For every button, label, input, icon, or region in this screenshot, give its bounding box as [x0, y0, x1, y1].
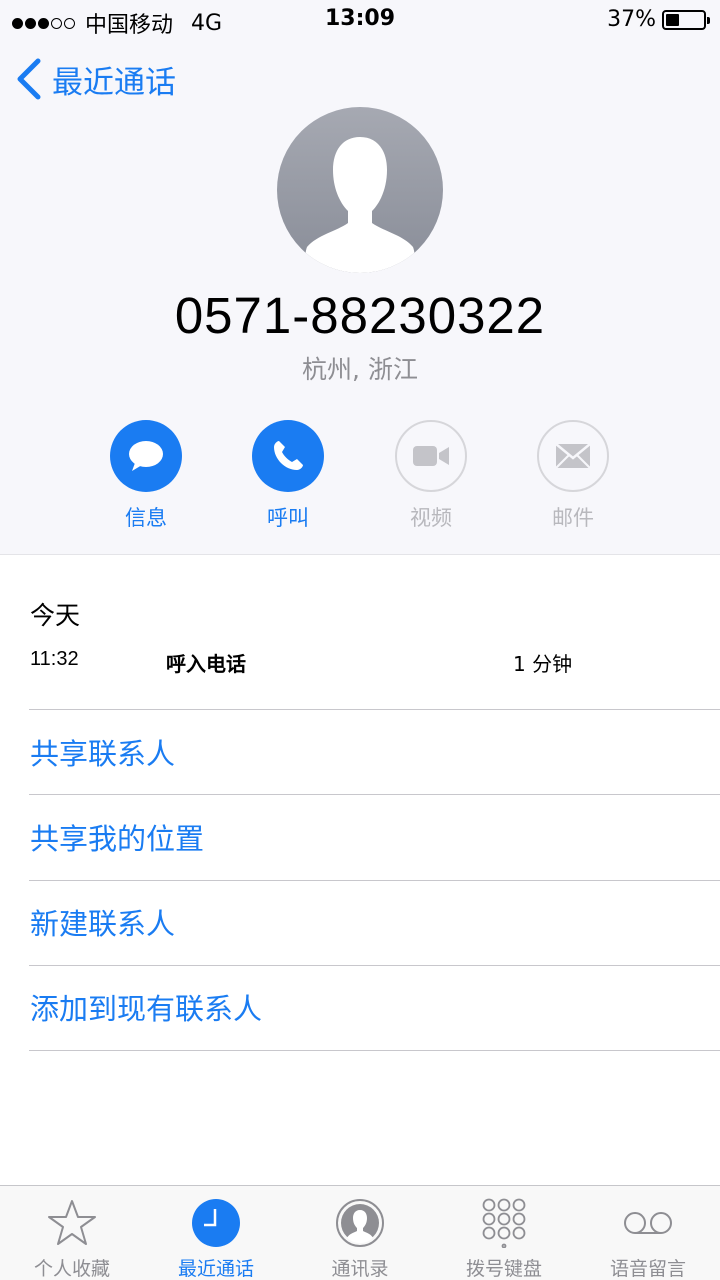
voicemail-icon	[624, 1212, 672, 1234]
phone-icon	[274, 441, 303, 470]
back-label: 最近通话	[52, 64, 176, 101]
keypad-icon	[482, 1198, 526, 1248]
call-time: 11:32	[30, 648, 79, 670]
contact-header: 中国移动 4G 13:09 37% 最近通话 0571-88230322 杭州,…	[0, 0, 720, 555]
mail-label: 邮件	[552, 506, 594, 530]
video-label: 视频	[410, 506, 452, 530]
tab-bar: 个人收藏 最近通话 通讯录 拨号键盘 语音留言	[0, 1185, 720, 1280]
tab-contacts[interactable]: 通讯录	[288, 1186, 432, 1280]
chevron-left-icon	[17, 58, 41, 100]
video-icon	[413, 446, 449, 466]
tab-keypad[interactable]: 拨号键盘	[432, 1186, 576, 1280]
divider	[29, 1050, 720, 1051]
mail-action: 邮件	[518, 420, 628, 532]
tab-label: 拨号键盘	[465, 1258, 542, 1280]
divider	[29, 965, 720, 966]
divider	[29, 709, 720, 710]
call-action[interactable]: 呼叫	[233, 420, 343, 532]
caller-location: 杭州, 浙江	[302, 355, 418, 384]
mail-button	[537, 420, 609, 492]
tab-voicemail[interactable]: 语音留言	[576, 1186, 720, 1280]
tab-recents[interactable]: 最近通话	[144, 1186, 288, 1280]
message-label: 信息	[125, 506, 167, 530]
star-icon	[48, 1200, 96, 1245]
call-type: 呼入电话	[166, 652, 246, 676]
divider	[29, 880, 720, 881]
status-bar: 中国移动 4G 13:09 37%	[0, 0, 720, 40]
message-icon	[129, 441, 163, 471]
message-action[interactable]: 信息	[91, 420, 201, 532]
tab-label: 语音留言	[609, 1258, 686, 1280]
add-to-existing-contact-option[interactable]: 添加到现有联系人	[30, 986, 262, 1028]
tab-label: 通讯录	[331, 1258, 389, 1280]
tab-label: 最近通话	[177, 1258, 254, 1280]
message-button[interactable]	[110, 420, 182, 492]
history-date: 今天	[30, 601, 81, 630]
status-right: 37%	[607, 7, 710, 32]
call-duration: 1 分钟	[513, 652, 573, 676]
call-label: 呼叫	[267, 506, 309, 530]
avatar	[277, 107, 443, 273]
tab-favorites[interactable]: 个人收藏	[0, 1186, 144, 1280]
tab-label: 个人收藏	[33, 1258, 110, 1280]
person-silhouette-icon	[305, 137, 415, 273]
battery-percent: 37%	[607, 7, 656, 32]
battery-icon	[662, 9, 710, 30]
contacts-icon	[336, 1199, 384, 1247]
clock-icon	[192, 1199, 240, 1247]
back-button[interactable]: 最近通话	[12, 56, 176, 102]
call-button[interactable]	[252, 420, 324, 492]
phone-number: 0571-88230322	[174, 287, 546, 344]
share-location-option[interactable]: 共享我的位置	[30, 816, 204, 858]
new-contact-option[interactable]: 新建联系人	[30, 901, 175, 943]
video-button	[395, 420, 467, 492]
mail-icon	[555, 443, 591, 469]
video-action: 视频	[376, 420, 486, 532]
share-contact-option[interactable]: 共享联系人	[30, 731, 175, 773]
divider	[29, 794, 720, 795]
